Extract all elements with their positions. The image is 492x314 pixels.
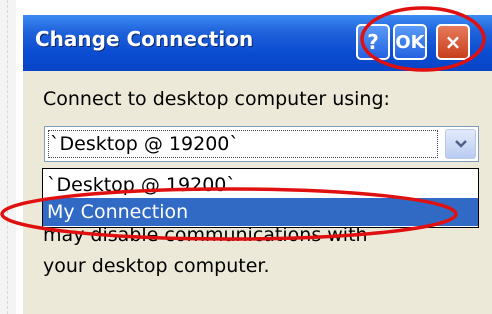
connection-select-value: `Desktop @ 19200` bbox=[50, 133, 239, 155]
help-icon: ? bbox=[367, 30, 379, 54]
connect-prompt-label: Connect to desktop computer using: bbox=[43, 88, 390, 110]
left-margin-strip bbox=[0, 0, 16, 314]
close-icon: × bbox=[444, 30, 462, 54]
ok-button[interactable]: OK bbox=[393, 24, 427, 60]
dropdown-option-desktop[interactable]: `Desktop @ 19200` bbox=[43, 171, 478, 199]
chevron-down-icon bbox=[454, 140, 467, 148]
help-button[interactable]: ? bbox=[356, 24, 390, 60]
dialog-title: Change Connection bbox=[35, 27, 254, 51]
title-bar: Change Connection ? OK × bbox=[23, 15, 492, 71]
dropdown-option-my-connection[interactable]: My Connection bbox=[43, 198, 478, 226]
close-button[interactable]: × bbox=[436, 24, 470, 60]
description-line-2: your desktop computer. bbox=[43, 255, 270, 277]
ok-button-label: OK bbox=[395, 31, 425, 53]
change-connection-dialog: Change Connection ? OK × Connect to desk… bbox=[23, 15, 492, 314]
connection-dropdown-list: `Desktop @ 19200` My Connection bbox=[42, 168, 479, 228]
connection-select[interactable]: `Desktop @ 19200` bbox=[44, 126, 479, 162]
dropdown-button[interactable] bbox=[445, 129, 476, 159]
